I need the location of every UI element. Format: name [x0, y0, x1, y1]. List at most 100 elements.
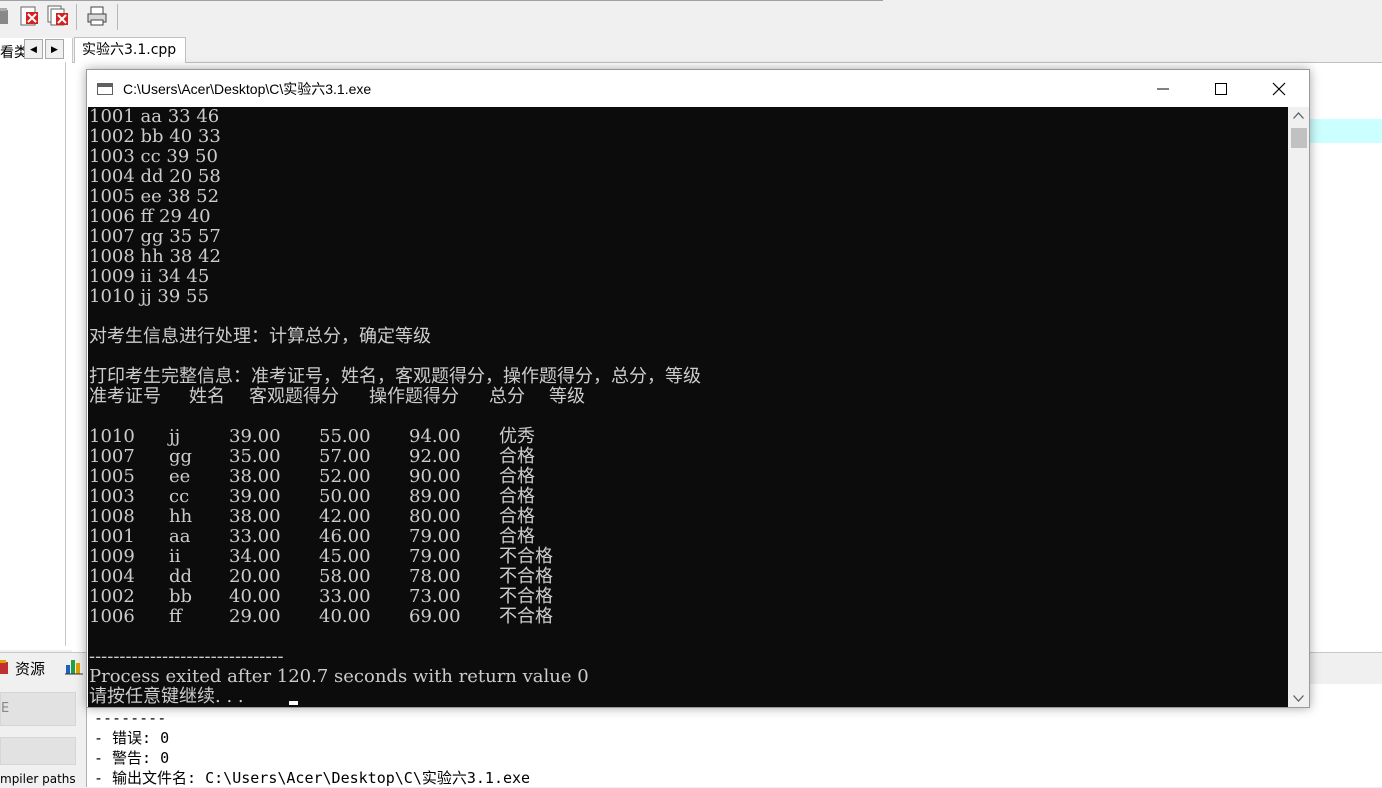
resources-tab[interactable]: 资源: [15, 658, 45, 679]
cell-operation: 40.00: [319, 606, 371, 627]
partial-toolbar-icon[interactable]: [0, 5, 14, 27]
cell-total: 89.00: [409, 486, 461, 507]
result-row: 1010 jj 39.00 55.00 94.00 优秀: [89, 427, 789, 447]
cell-name: bb: [169, 586, 193, 607]
cell-objective: 40.00: [229, 586, 281, 607]
maximize-button[interactable]: [1192, 70, 1250, 107]
scroll-up-button[interactable]: [1288, 107, 1309, 124]
cell-name: ii: [169, 546, 181, 567]
cell-name: gg: [169, 446, 193, 467]
cell-objective: 33.00: [229, 526, 281, 547]
input-row: 1002 bb 40 33: [89, 126, 221, 147]
console-titlebar[interactable]: C:\Users\Acer\Desktop\C\实验六3.1.exe: [87, 70, 1309, 107]
option-button[interactable]: [0, 737, 76, 765]
file-tab[interactable]: 实验六3.1.cpp: [74, 37, 186, 63]
cell-total: 69.00: [409, 606, 461, 627]
close-button[interactable]: [1250, 70, 1308, 107]
output-line: - 输出文件名: C:\Users\Acer\Desktop\C\实验六3.1.…: [94, 769, 531, 787]
text-cursor: [289, 701, 298, 705]
cell-grade: 合格: [499, 486, 535, 507]
console-window: C:\Users\Acer\Desktop\C\实验六3.1.exe 1001 …: [86, 69, 1310, 708]
exit-message: Process exited after 120.7 seconds with …: [89, 666, 589, 687]
cell-id: 1006: [89, 606, 135, 627]
cell-total: 80.00: [409, 506, 461, 527]
cell-objective: 39.00: [229, 426, 281, 447]
cell-id: 1002: [89, 586, 135, 607]
tab-scroll-right-button[interactable]: ▶: [45, 39, 64, 59]
cell-id: 1007: [89, 446, 135, 467]
cell-total: 78.00: [409, 566, 461, 587]
header-grade: 等级: [549, 386, 585, 407]
console-title: C:\Users\Acer\Desktop\C\实验六3.1.exe: [123, 81, 372, 97]
cell-grade: 不合格: [499, 566, 553, 587]
close-all-icon[interactable]: [47, 5, 69, 27]
cell-objective: 29.00: [229, 606, 281, 627]
resources-icon: [0, 660, 8, 674]
cell-name: jj: [169, 426, 181, 447]
console-scrollbar[interactable]: [1288, 107, 1309, 707]
cell-grade: 合格: [499, 506, 535, 527]
compile-log-chart-icon[interactable]: [64, 657, 84, 675]
print-icon[interactable]: [86, 5, 108, 27]
cell-id: 1009: [89, 546, 135, 567]
tab-scroll-left-button[interactable]: ◀: [24, 39, 43, 59]
cell-total: 94.00: [409, 426, 461, 447]
result-row: 1003 cc 39.00 50.00 89.00 合格: [89, 487, 789, 507]
cell-grade: 优秀: [499, 426, 535, 447]
ide-toolbar: [0, 0, 1382, 36]
compile-button[interactable]: E: [0, 692, 76, 726]
input-row: 1007 gg 35 57: [89, 226, 221, 247]
cell-id: 1005: [89, 466, 135, 487]
header-operation: 操作题得分: [369, 386, 459, 407]
output-line: --------: [94, 709, 167, 727]
close-file-icon[interactable]: [18, 5, 40, 27]
cell-objective: 35.00: [229, 446, 281, 467]
header-objective: 客观题得分: [249, 386, 339, 407]
chevron-up-icon: [1293, 112, 1304, 119]
editor-line-highlight: [1308, 119, 1382, 143]
cell-operation: 55.00: [319, 426, 371, 447]
cell-total: 79.00: [409, 526, 461, 547]
input-row: 1008 hh 38 42: [89, 246, 221, 267]
console-output[interactable]: 1001 aa 33 46 1002 bb 40 33 1003 cc 39 5…: [88, 107, 1288, 707]
minimize-icon: [1157, 88, 1169, 90]
input-row: 1004 dd 20 58: [89, 166, 221, 187]
chevron-down-icon: [1293, 695, 1304, 702]
class-browser-pane: [0, 38, 73, 650]
input-row: 1010 jj 39 55: [89, 286, 209, 307]
compiler-paths-label: mpiler paths: [0, 772, 76, 786]
print-message: 打印考生完整信息：准考证号，姓名，客观题得分，操作题得分，总分，等级: [89, 366, 701, 387]
cell-objective: 39.00: [229, 486, 281, 507]
cell-grade: 合格: [499, 446, 535, 467]
minimize-button[interactable]: [1134, 70, 1192, 107]
output-line: - 错误: 0: [94, 729, 170, 747]
header-total: 总分: [489, 386, 525, 407]
cell-name: cc: [169, 486, 190, 507]
result-row: 1001 aa 33.00 46.00 79.00 合格: [89, 527, 789, 547]
cell-total: 79.00: [409, 546, 461, 567]
input-row: 1005 ee 38 52: [89, 186, 220, 207]
cell-grade: 不合格: [499, 606, 553, 627]
input-row: 1001 aa 33 46: [89, 107, 220, 127]
output-line: - 警告: 0: [94, 749, 170, 767]
cell-operation: 42.00: [319, 506, 371, 527]
cell-total: 92.00: [409, 446, 461, 467]
result-row: 1006 ff 29.00 40.00 69.00 不合格: [89, 607, 789, 627]
cell-id: 1004: [89, 566, 135, 587]
result-header-row: 准考证号 姓名 客观题得分 操作题得分 总分 等级: [89, 387, 789, 407]
cell-operation: 50.00: [319, 486, 371, 507]
result-row: 1007 gg 35.00 57.00 92.00 合格: [89, 447, 789, 467]
cell-name: aa: [169, 526, 191, 547]
result-row: 1004 dd 20.00 58.00 78.00 不合格: [89, 567, 789, 587]
console-app-icon: [97, 83, 113, 95]
scroll-down-button[interactable]: [1288, 690, 1309, 707]
cell-objective: 34.00: [229, 546, 281, 567]
scroll-thumb[interactable]: [1291, 128, 1307, 148]
cell-total: 90.00: [409, 466, 461, 487]
cell-id: 1010: [89, 426, 135, 447]
separator-line: --------------------------------: [89, 646, 284, 667]
input-row: 1009 ii 34 45: [89, 266, 210, 287]
input-row: 1006 ff 29 40: [89, 206, 211, 227]
cell-name: dd: [169, 566, 193, 587]
cell-objective: 38.00: [229, 506, 281, 527]
